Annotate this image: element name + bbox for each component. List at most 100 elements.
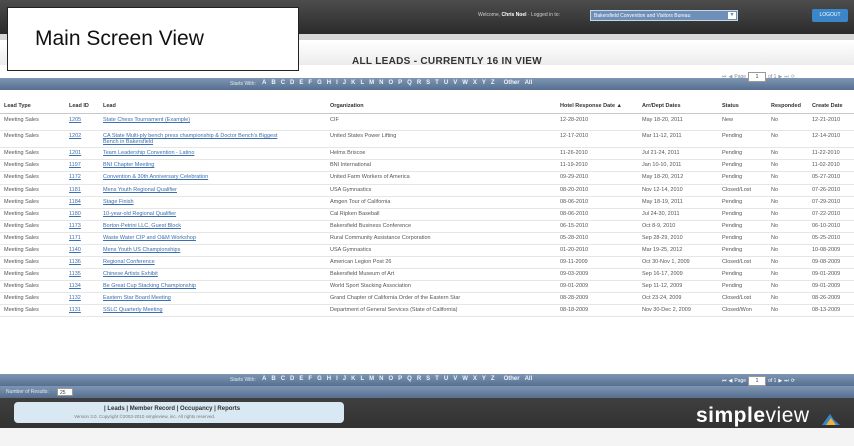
alpha-letter-r[interactable]: R bbox=[417, 376, 421, 382]
first-page-icon[interactable]: ⏮ bbox=[722, 378, 727, 384]
lead-name-link[interactable]: BNI Chapter Meeting bbox=[103, 162, 154, 168]
alpha-letter-w[interactable]: W bbox=[462, 376, 468, 382]
next-page-icon[interactable]: ▶ bbox=[778, 74, 782, 80]
lead-name-link[interactable]: Be Great Cup Stacking Championship bbox=[103, 283, 196, 289]
alpha-letter-all[interactable]: All bbox=[525, 80, 533, 86]
lead-id-link[interactable]: 1134 bbox=[69, 283, 81, 289]
lead-name-link[interactable]: Eastern Star Board Meeting bbox=[103, 295, 171, 301]
alpha-letter-g[interactable]: G bbox=[317, 376, 322, 382]
lead-id-link[interactable]: 1171 bbox=[69, 235, 81, 241]
lead-id-link[interactable]: 1135 bbox=[69, 271, 81, 277]
alpha-letter-other[interactable]: Other bbox=[504, 376, 520, 382]
alpha-letter-i[interactable]: I bbox=[336, 376, 338, 382]
lead-id-link[interactable]: 1136 bbox=[69, 259, 81, 265]
refresh-icon[interactable]: ⟳ bbox=[791, 378, 795, 384]
col-arr-dept-dates[interactable]: Arr/Dept Dates bbox=[642, 103, 681, 109]
alpha-letter-a[interactable]: A bbox=[262, 376, 266, 382]
lead-id-link[interactable]: 1181 bbox=[69, 187, 81, 193]
lead-id-link[interactable]: 1197 bbox=[69, 162, 81, 168]
page-number-input[interactable]: 1 bbox=[748, 72, 767, 82]
alpha-letter-v[interactable]: V bbox=[453, 80, 457, 86]
alpha-letter-x[interactable]: X bbox=[473, 80, 477, 86]
lead-id-link[interactable]: 1131 bbox=[69, 307, 81, 313]
alpha-letter-n[interactable]: N bbox=[379, 376, 383, 382]
alpha-letter-n[interactable]: N bbox=[379, 80, 383, 86]
alpha-letter-h[interactable]: H bbox=[327, 376, 331, 382]
col-responded[interactable]: Responded bbox=[771, 103, 801, 109]
alpha-letter-z[interactable]: Z bbox=[491, 80, 495, 86]
alpha-letter-b[interactable]: B bbox=[271, 80, 275, 86]
lead-name-link[interactable]: 10-year-old Regional Qualifier bbox=[103, 211, 176, 217]
alpha-letter-r[interactable]: R bbox=[417, 80, 421, 86]
alpha-letter-b[interactable]: B bbox=[271, 376, 275, 382]
table-row[interactable]: Meeting Sales 1131 SSLC Quarterly Meeting D… bbox=[0, 304, 854, 317]
alpha-letter-l[interactable]: L bbox=[360, 376, 364, 382]
alpha-letter-q[interactable]: Q bbox=[407, 376, 412, 382]
col-lead-type[interactable]: Lead Type bbox=[4, 103, 31, 109]
alpha-letter-z[interactable]: Z bbox=[491, 376, 495, 382]
lead-name-link[interactable]: SSLC Quarterly Meeting bbox=[103, 307, 163, 313]
alpha-letter-v[interactable]: V bbox=[453, 376, 457, 382]
table-row[interactable]: Meeting Sales 1172 Convention & 30th Anniv… bbox=[0, 171, 854, 185]
alpha-letter-s[interactable]: S bbox=[426, 376, 430, 382]
alpha-letter-g[interactable]: G bbox=[317, 80, 322, 86]
first-page-icon[interactable]: ⏮ bbox=[722, 74, 727, 80]
alpha-letter-c[interactable]: C bbox=[281, 80, 285, 86]
alpha-letter-y[interactable]: Y bbox=[482, 376, 486, 382]
table-row[interactable]: Meeting Sales 1202 CA State Multi-ply benc… bbox=[0, 130, 854, 148]
lead-id-link[interactable]: 1202 bbox=[69, 133, 81, 139]
prev-page-icon[interactable]: ◀ bbox=[729, 378, 733, 384]
table-row[interactable]: Meeting Sales 1205 State Chess Tournament … bbox=[0, 114, 854, 131]
footer-links[interactable]: | Leads | Member Record | Occupancy | Re… bbox=[104, 406, 240, 412]
alpha-letter-y[interactable]: Y bbox=[482, 80, 486, 86]
col-lead[interactable]: Lead bbox=[103, 103, 116, 109]
lead-id-link[interactable]: 1140 bbox=[69, 247, 81, 253]
alpha-letter-m[interactable]: M bbox=[369, 376, 374, 382]
alpha-letter-s[interactable]: S bbox=[426, 80, 430, 86]
lead-name-link[interactable]: Team Leadership Convention - Latino bbox=[103, 150, 194, 156]
lead-name-link[interactable]: Regional Conference bbox=[103, 259, 155, 265]
organization-select[interactable]: Bakersfield Convention and Visitors Bure… bbox=[590, 10, 738, 21]
col-create-date[interactable]: Create Date bbox=[812, 103, 843, 109]
alpha-letter-i[interactable]: I bbox=[336, 80, 338, 86]
next-page-icon[interactable]: ▶ bbox=[778, 378, 782, 384]
lead-name-link[interactable]: Mens Youth US Championships bbox=[103, 247, 180, 253]
lead-id-link[interactable]: 1184 bbox=[69, 199, 81, 205]
alpha-letter-q[interactable]: Q bbox=[407, 80, 412, 86]
results-per-page-select[interactable]: 25 bbox=[57, 388, 73, 396]
lead-name-link[interactable]: Borton-Petrini LLC, Guest Block bbox=[103, 223, 181, 229]
alpha-letter-other[interactable]: Other bbox=[504, 80, 520, 86]
alpha-letter-u[interactable]: U bbox=[444, 376, 448, 382]
refresh-icon[interactable]: ⟳ bbox=[791, 74, 795, 80]
lead-id-link[interactable]: 1205 bbox=[69, 117, 81, 123]
alpha-letter-l[interactable]: L bbox=[360, 80, 364, 86]
alpha-letter-x[interactable]: X bbox=[473, 376, 477, 382]
lead-name-link[interactable]: State Chess Tournament (Example) bbox=[103, 117, 190, 123]
lead-id-link[interactable]: 1173 bbox=[69, 223, 81, 229]
lead-name-link[interactable]: Mens Youth Regional Qualifier bbox=[103, 187, 177, 193]
lead-name-link[interactable]: Convention & 30th Anniversary Celebratio… bbox=[103, 174, 208, 180]
logout-button[interactable]: LOGOUT bbox=[812, 9, 848, 22]
alpha-letter-f[interactable]: F bbox=[308, 80, 312, 86]
alpha-letter-p[interactable]: P bbox=[398, 376, 402, 382]
lead-name-link[interactable]: Waste Water CIP and O&M Workshop bbox=[103, 235, 196, 241]
alpha-letter-j[interactable]: J bbox=[343, 80, 346, 86]
alpha-letter-c[interactable]: C bbox=[281, 376, 285, 382]
col-status[interactable]: Status bbox=[722, 103, 739, 109]
alpha-letter-p[interactable]: P bbox=[398, 80, 402, 86]
alpha-letter-o[interactable]: O bbox=[388, 80, 393, 86]
lead-name-link[interactable]: Stage Finish bbox=[103, 199, 134, 205]
col-hotel-response-date[interactable]: Hotel Response Date ▲ bbox=[560, 103, 622, 109]
lead-id-link[interactable]: 1201 bbox=[69, 150, 81, 156]
alpha-letter-t[interactable]: T bbox=[435, 376, 439, 382]
col-organization[interactable]: Organization bbox=[330, 103, 364, 109]
page-number-input[interactable]: 1 bbox=[748, 376, 767, 386]
alpha-letter-all[interactable]: All bbox=[525, 376, 533, 382]
alpha-letter-k[interactable]: K bbox=[351, 376, 355, 382]
alpha-letter-f[interactable]: F bbox=[308, 376, 312, 382]
alpha-letter-o[interactable]: O bbox=[388, 376, 393, 382]
col-lead-id[interactable]: Lead ID bbox=[69, 103, 89, 109]
alpha-letter-e[interactable]: E bbox=[299, 376, 303, 382]
lead-id-link[interactable]: 1132 bbox=[69, 295, 81, 301]
alpha-letter-w[interactable]: W bbox=[462, 80, 468, 86]
